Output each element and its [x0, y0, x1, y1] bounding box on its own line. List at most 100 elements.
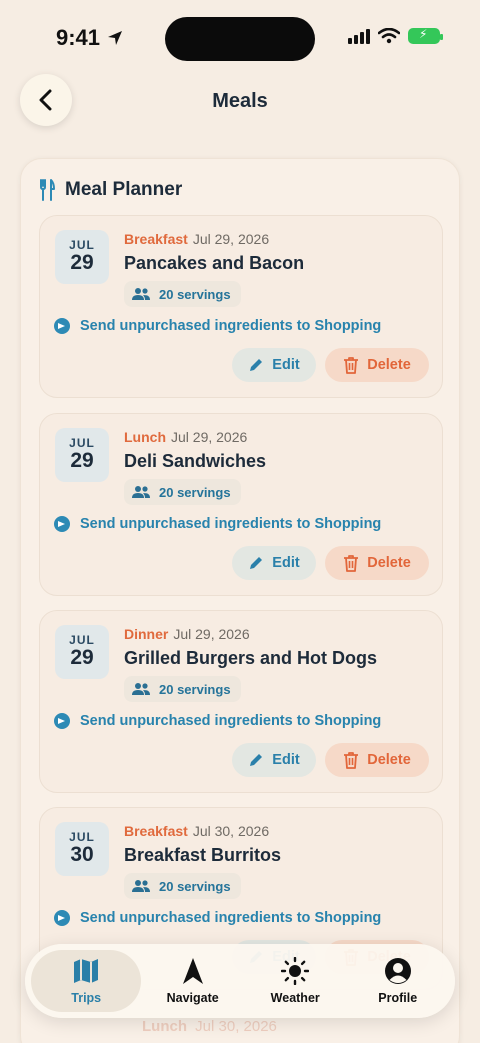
date-day: 29 — [70, 449, 94, 472]
meal-date: Jul 29, 2026 — [173, 626, 250, 642]
tab-label-profile: Profile — [378, 991, 418, 1005]
meal-card: JUL 29 Dinner Jul 29, 2026 Grilled Burger… — [39, 610, 443, 793]
send-to-shopping-label: Send unpurchased ingredients to Shopping — [80, 516, 382, 532]
pencil-icon — [250, 557, 263, 569]
status-icons: ⚡ — [348, 27, 443, 44]
edit-label: Edit — [272, 357, 300, 373]
date-badge: JUL 29 — [55, 625, 109, 679]
tab-trips[interactable]: Trips — [31, 950, 142, 1012]
cellular-signal-icon — [348, 28, 370, 44]
page-title: Meals — [212, 90, 268, 112]
people-icon — [132, 683, 150, 695]
pencil-icon — [250, 754, 263, 766]
person-icon — [384, 958, 411, 984]
trash-icon — [344, 752, 359, 769]
servings-badge: 20 servings — [124, 479, 241, 505]
next-meal-type: Lunch — [142, 1018, 187, 1035]
delete-label: Delete — [367, 555, 411, 571]
servings-badge: 20 servings — [124, 281, 241, 307]
tab-label-weather: Weather — [270, 991, 320, 1005]
trash-icon — [344, 357, 359, 374]
send-to-shopping-label: Send unpurchased ingredients to Shopping — [80, 318, 382, 334]
send-to-shopping-label: Send unpurchased ingredients to Shopping — [80, 910, 382, 926]
planner-header: Meal Planner — [39, 179, 182, 201]
fork-knife-icon — [40, 179, 55, 201]
edit-label: Edit — [272, 752, 300, 768]
meal-type: Breakfast — [124, 823, 188, 839]
tab-label-navigate: Navigate — [166, 991, 219, 1005]
delete-button[interactable]: Delete — [325, 348, 429, 382]
meal-date: Jul 30, 2026 — [192, 823, 270, 839]
pencil-icon — [250, 359, 263, 371]
meal-type: Breakfast — [124, 231, 188, 247]
arrow-circle-icon — [54, 910, 70, 926]
meal-name: Grilled Burgers and Hot Dogs — [124, 648, 378, 668]
delete-button[interactable]: Delete — [325, 743, 429, 777]
date-month: JUL — [69, 830, 95, 844]
planner-title: Meal Planner — [65, 179, 183, 200]
people-icon — [132, 880, 150, 892]
status-bar: 9:41 ⚡ — [0, 0, 480, 78]
tab-weather[interactable]: Weather — [244, 950, 347, 1012]
meal-name: Pancakes and Bacon — [124, 253, 305, 273]
meal-type: Dinner — [124, 626, 169, 642]
date-month: JUL — [69, 238, 95, 252]
meal-planner-card: Meal Planner JUL 29 Breakfast Jul 29, 202… — [20, 158, 460, 1043]
next-meal-peek: Lunch Jul 30, 2026 — [142, 1018, 277, 1035]
people-icon — [132, 288, 150, 300]
date-badge: JUL 29 — [55, 230, 109, 284]
edit-button[interactable]: Edit — [232, 743, 316, 777]
edit-button[interactable]: Edit — [232, 348, 316, 382]
date-day: 29 — [70, 251, 94, 274]
time-text: 9:41 — [56, 25, 101, 50]
navigation-arrow-icon — [182, 958, 203, 984]
delete-label: Delete — [367, 357, 411, 373]
date-day: 30 — [70, 843, 94, 866]
edit-button[interactable]: Edit — [232, 546, 316, 580]
meal-type: Lunch — [124, 429, 166, 445]
servings-text: 20 servings — [159, 878, 231, 894]
servings-badge: 20 servings — [124, 873, 241, 899]
meal-name: Deli Sandwiches — [124, 451, 267, 471]
send-to-shopping-link[interactable]: Send unpurchased ingredients to Shopping — [54, 713, 381, 729]
tab-bar: Trips Navigate Weather Profile — [25, 944, 455, 1018]
servings-text: 20 servings — [159, 681, 231, 697]
meal-name: Breakfast Burritos — [124, 845, 282, 865]
delete-button[interactable]: Delete — [325, 546, 429, 580]
battery-charging-icon: ⚡ — [408, 27, 443, 44]
tab-navigate[interactable]: Navigate — [141, 950, 244, 1012]
send-to-shopping-link[interactable]: Send unpurchased ingredients to Shopping — [54, 516, 381, 532]
people-icon — [132, 486, 150, 498]
sun-icon — [281, 957, 310, 985]
meal-date: Jul 29, 2026 — [171, 429, 248, 445]
arrow-circle-icon — [54, 318, 70, 334]
servings-text: 20 servings — [159, 484, 231, 500]
date-month: JUL — [69, 633, 95, 647]
dynamic-island — [165, 17, 315, 61]
date-badge: JUL 30 — [55, 822, 109, 876]
meal-type-line: Breakfast Jul 29, 2026 — [124, 231, 269, 247]
arrow-circle-icon — [54, 713, 70, 729]
status-time: 9:41 — [56, 25, 124, 51]
trash-icon — [344, 555, 359, 572]
meal-type-line: Breakfast Jul 30, 2026 — [124, 823, 269, 839]
meal-card: JUL 29 Lunch Jul 29, 2026 Deli Sandwiches… — [39, 413, 443, 596]
send-to-shopping-label: Send unpurchased ingredients to Shopping — [80, 713, 382, 729]
map-icon — [74, 959, 99, 983]
tab-label-trips: Trips — [71, 991, 102, 1005]
date-badge: JUL 29 — [55, 428, 109, 482]
meal-type-line: Dinner Jul 29, 2026 — [124, 626, 250, 642]
arrow-circle-icon — [54, 516, 70, 532]
delete-label: Delete — [367, 752, 411, 768]
meal-card: JUL 29 Breakfast Jul 29, 2026 Pancakes an… — [39, 215, 443, 398]
send-to-shopping-link[interactable]: Send unpurchased ingredients to Shopping — [54, 910, 381, 926]
servings-badge: 20 servings — [124, 676, 241, 702]
servings-text: 20 servings — [159, 286, 231, 302]
send-to-shopping-link[interactable]: Send unpurchased ingredients to Shopping — [54, 318, 381, 334]
location-arrow-icon — [108, 31, 123, 45]
meal-date: Jul 29, 2026 — [192, 231, 270, 247]
meal-type-line: Lunch Jul 29, 2026 — [124, 429, 247, 445]
next-meal-date: Jul 30, 2026 — [195, 1018, 277, 1035]
tab-profile[interactable]: Profile — [346, 950, 449, 1012]
edit-label: Edit — [272, 555, 300, 571]
